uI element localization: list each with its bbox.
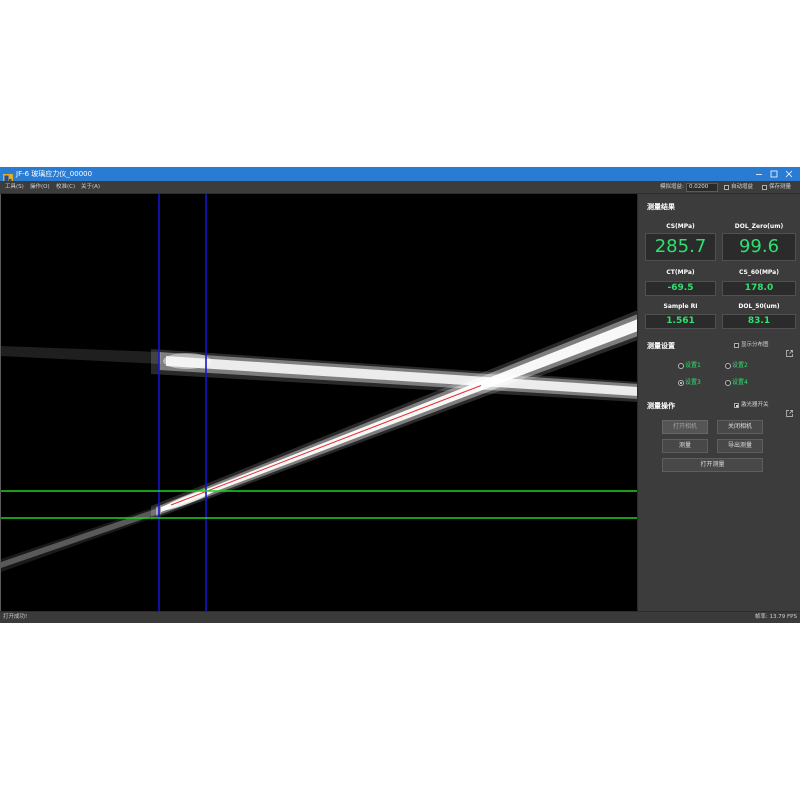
menu-about[interactable]: 关于(A) (81, 181, 100, 194)
menu-calibrate[interactable]: 校准(C) (56, 181, 75, 194)
setting-option-label: 设置3 (685, 379, 701, 386)
result-label-cs-60: CS_60(MPa) (739, 269, 779, 276)
result-value-cs-60: 178.0 (722, 281, 796, 296)
measure-button[interactable]: 测量 (662, 439, 708, 453)
setting-option-2[interactable]: 设置2 (725, 362, 765, 369)
result-label-dol-zero: DOL_Zero(um) (734, 223, 784, 230)
laser-switch-label: 激光器开关 (741, 402, 769, 408)
menu-operate[interactable]: 操作(O) (30, 181, 50, 194)
result-value-cs: 285.7 (645, 233, 716, 261)
result-label-sample-ri: Sample RI (663, 303, 698, 310)
gain-label: 模拟增益: (660, 184, 684, 190)
export-measure-button[interactable]: 导出测量 (717, 439, 763, 453)
app-icon (3, 169, 13, 184)
menu-tools[interactable]: 工具(S) (5, 181, 24, 194)
fit-line (170, 385, 482, 506)
auto-gain-option[interactable]: 自动增益 (724, 183, 758, 192)
auto-gain-checkbox[interactable] (724, 185, 729, 190)
settings-export-button[interactable] (786, 342, 793, 357)
result-value-sample-ri: 1.561 (645, 314, 716, 329)
control-panel: 测量结果 CS(MPa) DOL_Zero(um) 285.7 99.6 CT(… (639, 194, 800, 611)
result-value-dol-zero: 99.6 (722, 233, 796, 261)
save-measure-label: 保存测量 (769, 184, 792, 190)
export-icon (786, 410, 793, 417)
result-label-dol-50: DOL_50(um) (738, 303, 780, 310)
maximize-button[interactable] (767, 167, 781, 181)
rising-streak-core (161, 319, 637, 512)
setting-option-label: 设置1 (685, 362, 701, 369)
rising-streak-tail (1, 507, 161, 568)
camera-image (1, 194, 637, 611)
setting-option-3[interactable]: 设置3 (678, 379, 718, 386)
result-label-ct: CT(MPa) (666, 269, 695, 276)
show-distribution-label: 显示分布图 (741, 342, 769, 348)
setting-option-label: 设置4 (732, 379, 748, 386)
open-camera-button[interactable]: 打开相机 (662, 420, 708, 434)
minimize-button[interactable] (752, 167, 766, 181)
export-icon (786, 350, 793, 357)
menu-bar: 工具(S) 操作(O) 校准(C) 关于(A) 模拟增益: 0.0200 自动增… (0, 181, 800, 194)
minimize-icon (756, 174, 762, 175)
operations-heading: 测量操作 (647, 402, 675, 410)
result-value-dol-50: 83.1 (722, 314, 796, 329)
results-heading: 测量结果 (647, 203, 675, 211)
save-measure-option[interactable]: 保存测量 (762, 183, 796, 192)
close-camera-button[interactable]: 关闭相机 (717, 420, 763, 434)
falling-streak-tail (1, 346, 161, 364)
radio-icon[interactable] (725, 379, 731, 386)
open-measure-button[interactable]: 打开测量 (662, 458, 763, 472)
radio-icon[interactable] (678, 362, 684, 369)
camera-view[interactable] (0, 194, 638, 611)
close-icon (785, 170, 793, 178)
app-window: JF-6 玻璃应力仪_00000 工具(S) 操作(O) 校准(C) 关于(A)… (0, 167, 800, 623)
setting-option-1[interactable]: 设置1 (678, 362, 718, 369)
rising-streak-bright-spot (160, 487, 218, 511)
radio-icon[interactable] (678, 379, 684, 386)
radio-icon[interactable] (725, 362, 731, 369)
show-distribution-option[interactable]: 显示分布图 (734, 342, 779, 351)
status-bar: 打开成功! 帧率: 13.79 FPS (0, 611, 800, 623)
falling-streak-start (163, 353, 211, 369)
setting-option-label: 设置2 (732, 362, 748, 369)
laser-streak-rising (1, 310, 637, 572)
window-title: JF-6 玻璃应力仪_00000 (16, 170, 93, 178)
setting-option-4[interactable]: 设置4 (725, 379, 765, 386)
laser-switch-checkbox[interactable] (734, 403, 739, 408)
auto-gain-label: 自动增益 (731, 184, 754, 190)
result-value-ct: -69.5 (645, 281, 716, 296)
maximize-icon (770, 170, 778, 178)
result-label-cs: CS(MPa) (666, 223, 695, 230)
frame-rate: 帧率: 13.79 FPS (754, 614, 797, 620)
title-bar[interactable]: JF-6 玻璃应力仪_00000 (0, 167, 800, 184)
settings-heading: 测量设置 (647, 342, 675, 350)
save-measure-checkbox[interactable] (762, 185, 767, 190)
show-distribution-checkbox[interactable] (734, 343, 739, 348)
gain-spinbox[interactable]: 0.0200 (686, 183, 718, 192)
laser-switch-option[interactable]: 激光器开关 (734, 402, 779, 411)
close-button[interactable] (782, 167, 796, 181)
operations-export-button[interactable] (786, 402, 793, 417)
status-message: 打开成功! (3, 614, 28, 620)
